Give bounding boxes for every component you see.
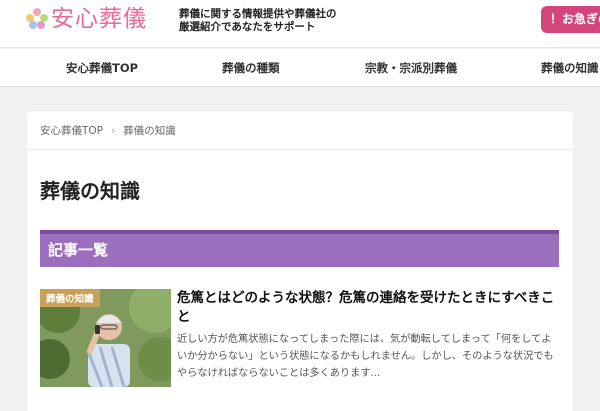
content-card: 安心葬儀TOP › 葬儀の知識 葬儀の知識 記事一覧 葬儀の知識 危篤とはどのような… <box>27 111 573 411</box>
section-heading: 記事一覧 <box>40 230 559 267</box>
chevron-right-icon: › <box>111 125 116 137</box>
article-thumbnail[interactable]: 葬儀の知識 <box>40 289 171 387</box>
logo-text: 安心葬儀 <box>51 6 147 32</box>
nav-item-knowledge[interactable]: 葬儀の知識 <box>541 49 599 87</box>
site-logo[interactable]: 安心葬儀 <box>26 5 147 33</box>
article-excerpt: 近しい方が危篤状態になってしまった際には、気が動転してしまって「何をしてよいか分… <box>177 334 554 379</box>
site-tagline: 葬儀に関する情報提供や葬儀社の 厳選紹介であなたをサポート <box>179 8 337 33</box>
breadcrumb-current: 葬儀の知識 <box>123 125 176 137</box>
breadcrumb-divider <box>27 149 573 150</box>
category-badge: 葬儀の知識 <box>40 289 100 307</box>
breadcrumb-home-link[interactable]: 安心葬儀TOP <box>40 125 103 137</box>
list-item[interactable]: 葬儀の知識 危篤とはどのような状態？危篤の連絡を受けたときにすべきこと 近しい方… <box>40 289 559 389</box>
nav-item-religion[interactable]: 宗教・宗派別葬儀 <box>365 49 457 87</box>
urgent-contact-button[interactable]: ！お急ぎの方 <box>541 6 600 33</box>
page-title: 葬儀の知識 <box>40 179 140 203</box>
nav-item-top[interactable]: 安心葬儀TOP <box>66 49 138 87</box>
article-title[interactable]: 危篤とはどのような状態？危篤の連絡を受けたときにすべきこと <box>177 289 559 327</box>
nav-item-funeral-types[interactable]: 葬儀の種類 <box>222 49 280 87</box>
breadcrumb: 安心葬儀TOP › 葬儀の知識 <box>40 123 176 138</box>
main-nav: 安心葬儀TOP 葬儀の種類 宗教・宗派別葬儀 葬儀の知識 <box>0 49 600 87</box>
flower-logo-icon <box>26 8 48 30</box>
site-header: 安心葬儀 葬儀に関する情報提供や葬儀社の 厳選紹介であなたをサポート ！お急ぎの… <box>0 0 600 48</box>
